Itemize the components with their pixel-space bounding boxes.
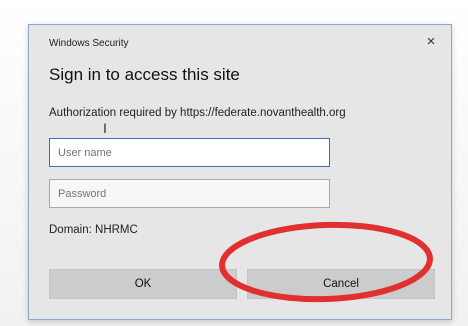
authorization-message: Authorization required by https://federa… — [49, 107, 346, 119]
window-title: Windows Security — [49, 38, 129, 49]
password-input[interactable] — [49, 179, 330, 208]
windows-security-dialog: Windows Security × Sign in to access thi… — [28, 24, 452, 320]
title-bar: Windows Security × — [29, 25, 451, 61]
domain-label: Domain: NHRMC — [49, 224, 138, 236]
ok-button[interactable]: OK — [49, 269, 237, 299]
dialog-heading: Sign in to access this site — [49, 65, 240, 84]
close-icon[interactable]: × — [419, 31, 443, 53]
username-input[interactable] — [49, 138, 330, 167]
cancel-button[interactable]: Cancel — [247, 269, 435, 299]
text-cursor-icon: I — [103, 120, 107, 136]
